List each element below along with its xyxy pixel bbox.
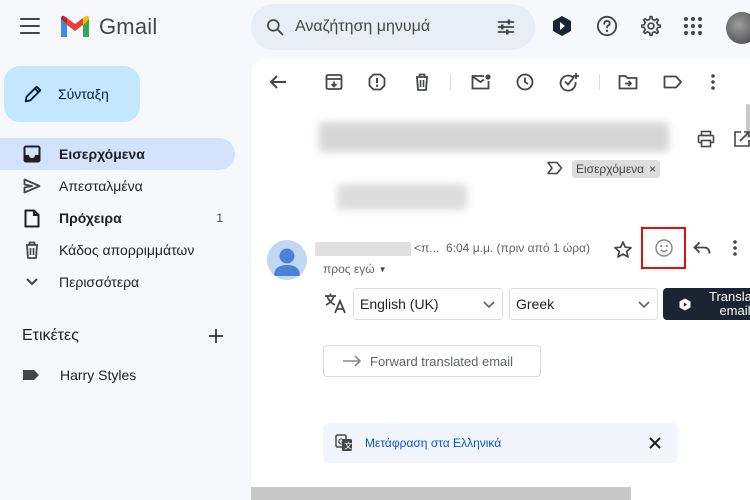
translate-email-button[interactable]: Translate email — [663, 288, 750, 320]
chevron-down-icon — [22, 272, 42, 292]
label-item-harry-styles[interactable]: Harry Styles — [22, 364, 136, 386]
message-view: Εισερχόμενα × <π... 6:04 μ.μ. (πριν από … — [251, 58, 750, 500]
apps-grid-icon[interactable] — [681, 14, 705, 38]
sidebar-item-more[interactable]: Περισσότερα — [0, 266, 235, 298]
compose-label: Σύνταξη — [58, 86, 109, 102]
sidebar-nav: Εισερχόμενα Απεσταλμένα Πρόχειρα 1 Κάδος… — [0, 138, 235, 298]
search-icon[interactable] — [265, 17, 285, 37]
recipient-details[interactable]: προς εγώ ▼ — [323, 262, 387, 276]
more-vert-icon[interactable] — [701, 70, 725, 94]
translate-button-label: Translate email — [709, 289, 750, 318]
sidebar-item-inbox[interactable]: Εισερχόμενα — [0, 138, 235, 170]
add-label-plus-icon[interactable] — [204, 324, 228, 348]
close-icon[interactable] — [646, 434, 664, 452]
toolbar-divider — [450, 74, 451, 90]
help-icon[interactable] — [595, 14, 619, 38]
mark-unread-icon[interactable] — [469, 70, 493, 94]
forward-translated-button[interactable]: Forward translated email — [323, 345, 541, 377]
sender-email: <π... — [414, 241, 440, 255]
label-tag-icon — [23, 370, 39, 380]
message-toolbar — [251, 58, 750, 106]
sender-avatar[interactable] — [267, 240, 307, 280]
sidebar-item-label: Πρόχειρα — [59, 210, 122, 226]
inbox-icon — [22, 144, 42, 164]
chip-label: Εισερχόμενα — [576, 162, 645, 176]
sidebar-item-label: Εισερχόμενα — [59, 146, 145, 162]
chip-remove-button[interactable]: × — [649, 162, 656, 176]
message-timestamp: 6:04 μ.μ. (πριν από 1 ώρα) — [446, 241, 590, 255]
google-translate-icon: G文 — [335, 434, 352, 451]
account-avatar[interactable] — [726, 12, 750, 44]
sidebar-item-sent[interactable]: Απεσταλμένα — [0, 170, 235, 202]
label-icon[interactable] — [661, 70, 685, 94]
arrow-right-icon — [343, 355, 362, 367]
forward-label: Forward translated email — [370, 353, 514, 369]
delete-trash-icon[interactable] — [410, 70, 434, 94]
importance-marker-icon[interactable] — [547, 161, 563, 175]
gmail-m-icon — [61, 15, 89, 37]
search-input[interactable] — [295, 4, 475, 50]
extension-logo-icon — [679, 298, 691, 310]
search-bar[interactable] — [251, 4, 535, 50]
compose-button[interactable]: Σύνταξη — [4, 66, 140, 122]
top-bar: Gmail — [0, 0, 750, 56]
target-language-value: Greek — [516, 296, 555, 312]
translate-to-greek-link[interactable]: Μετάφραση στα Ελληνικά — [365, 436, 501, 450]
pencil-icon — [24, 85, 42, 103]
star-icon[interactable] — [613, 240, 633, 260]
reply-icon[interactable] — [693, 240, 711, 256]
gmail-logo[interactable]: Gmail — [59, 14, 157, 40]
settings-gear-icon[interactable] — [639, 14, 663, 38]
labels-title: Ετικέτες — [22, 327, 79, 344]
toolbar-divider — [599, 74, 600, 90]
open-new-window-icon[interactable] — [733, 130, 750, 148]
smiley-face-icon — [654, 239, 673, 257]
sidebar-item-trash[interactable]: Κάδος απορριμμάτων — [0, 234, 235, 266]
sidebar-item-label: Περισσότερα — [59, 274, 140, 290]
search-options-icon[interactable] — [496, 17, 516, 37]
subject-redacted — [319, 122, 669, 152]
report-spam-icon[interactable] — [365, 70, 389, 94]
inbox-label-chip[interactable]: Εισερχόμενα × — [572, 160, 661, 178]
labels-header: Ετικέτες — [22, 324, 228, 348]
subject-redacted-2 — [337, 184, 467, 210]
chevron-down-icon — [638, 301, 650, 309]
snooze-clock-icon[interactable] — [513, 70, 537, 94]
translate-icon — [325, 293, 346, 314]
label-name: Harry Styles — [60, 367, 137, 383]
add-reaction-button[interactable] — [641, 227, 686, 269]
horizontal-scrollbar[interactable] — [251, 487, 631, 500]
sidebar-item-drafts[interactable]: Πρόχειρα 1 — [0, 202, 235, 234]
caret-down-icon: ▼ — [378, 264, 387, 274]
extension-icon[interactable] — [550, 14, 574, 38]
main-menu-icon[interactable] — [20, 18, 40, 34]
source-language-select[interactable]: English (UK) — [353, 288, 503, 320]
print-icon[interactable] — [697, 130, 715, 148]
app-name: Gmail — [99, 14, 158, 39]
move-to-folder-icon[interactable] — [616, 70, 640, 94]
sidebar-item-label: Απεσταλμένα — [59, 178, 143, 194]
add-task-icon[interactable] — [557, 70, 581, 94]
chevron-down-icon — [483, 301, 495, 309]
drafts-count: 1 — [216, 211, 223, 225]
back-arrow-icon[interactable] — [266, 70, 290, 94]
archive-icon[interactable] — [322, 70, 346, 94]
source-language-value: English (UK) — [360, 296, 439, 312]
trash-icon — [22, 240, 42, 260]
draft-file-icon — [22, 208, 42, 228]
recipient-label: προς εγώ — [323, 262, 375, 276]
send-icon — [22, 176, 42, 196]
sidebar-item-label: Κάδος απορριμμάτων — [59, 242, 195, 258]
translation-banner: G文 Μετάφραση στα Ελληνικά — [323, 423, 678, 463]
svg-text:文: 文 — [344, 441, 352, 451]
target-language-select[interactable]: Greek — [509, 288, 658, 320]
message-more-icon[interactable] — [733, 240, 737, 256]
sender-name-redacted — [315, 242, 411, 256]
